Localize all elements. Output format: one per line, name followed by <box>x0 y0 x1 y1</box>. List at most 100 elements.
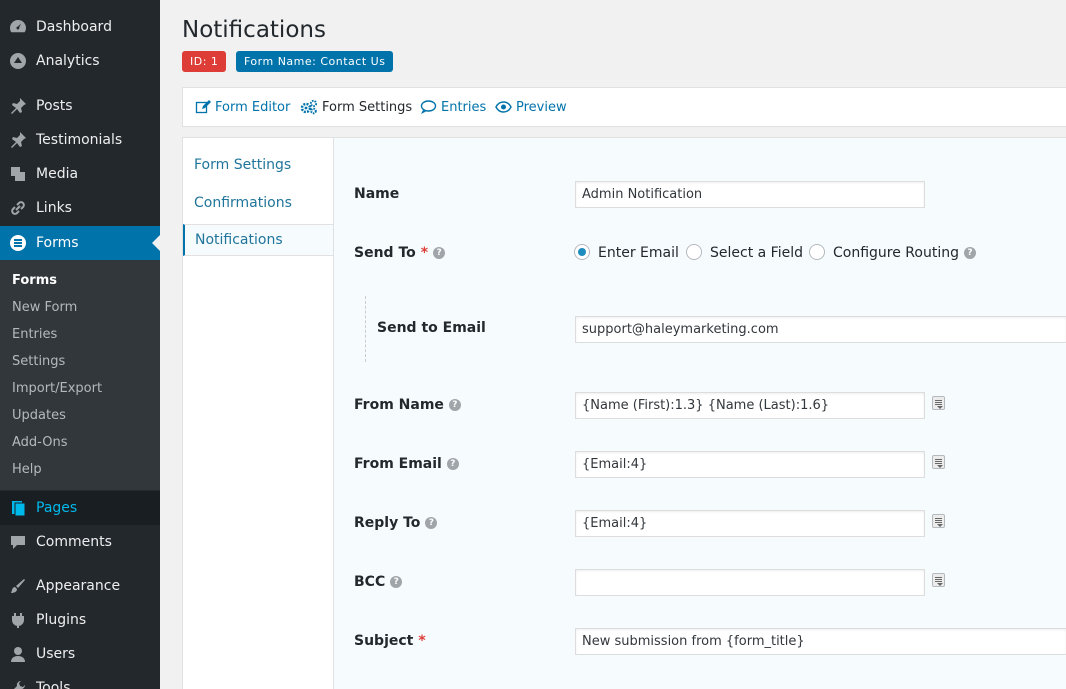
merge-tag-icon[interactable] <box>932 455 945 469</box>
comment-icon <box>8 532 28 552</box>
toolbar-label: Form Editor <box>215 99 291 115</box>
menu-tools[interactable]: Tools <box>0 671 160 689</box>
menu-plugins[interactable]: Plugins <box>0 603 160 637</box>
help-icon[interactable]: ? <box>390 576 403 588</box>
nav-tab-confirmations[interactable]: Confirmations <box>183 187 334 219</box>
edit-icon <box>195 100 211 114</box>
form-name-badge: Form Name: Contact Us <box>236 51 394 72</box>
name-label: Name <box>354 186 399 202</box>
radio-configure-routing[interactable] <box>809 244 825 260</box>
toolbar-form-editor[interactable]: Form Editor <box>195 88 290 126</box>
menu-media[interactable]: Media <box>0 157 160 191</box>
submenu-settings[interactable]: Settings <box>12 354 65 369</box>
from-name-input[interactable] <box>575 392 925 419</box>
radio-enter-email[interactable] <box>574 244 590 260</box>
label-text: From Email <box>354 456 442 472</box>
radio-enter-email-label[interactable]: Enter Email <box>598 245 679 261</box>
menu-label: Analytics <box>36 53 100 69</box>
menu-label: Users <box>36 646 76 662</box>
label-text: Send To <box>354 245 416 261</box>
toolbar-form-settings[interactable]: Form Settings <box>300 88 412 126</box>
eye-icon <box>495 101 512 113</box>
submenu-add-ons[interactable]: Add-Ons <box>12 435 67 450</box>
menu-label: Comments <box>36 534 112 550</box>
menu-pages[interactable]: Pages <box>0 491 160 525</box>
submenu-updates[interactable]: Updates <box>12 408 66 423</box>
menu-label: Posts <box>36 98 73 114</box>
submenu-forms[interactable]: Forms <box>12 273 57 288</box>
submenu-import-export[interactable]: Import/Export <box>12 381 102 396</box>
name-input[interactable] <box>575 181 925 208</box>
label-text: Send to Email <box>377 320 486 336</box>
menu-comments[interactable]: Comments <box>0 525 160 559</box>
menu-posts[interactable]: Posts <box>0 89 160 123</box>
menu-label: Testimonials <box>36 132 123 148</box>
plugin-icon <box>8 610 28 630</box>
reply-to-input[interactable] <box>575 510 925 537</box>
subject-label: Subject * <box>354 633 426 649</box>
brush-icon <box>8 576 28 596</box>
wrench-icon <box>8 678 28 689</box>
submenu-help[interactable]: Help <box>12 462 42 477</box>
label-text: BCC <box>354 574 386 590</box>
toolbar-label: Preview <box>516 99 567 115</box>
help-icon[interactable]: ? <box>448 399 461 411</box>
required-asterisk: * <box>420 245 429 261</box>
radio-configure-routing-wrap[interactable]: Configure Routing ? <box>833 245 976 261</box>
form-id-badge: ID: 1 <box>182 51 227 72</box>
current-menu-arrow <box>152 235 160 251</box>
label-text: Reply To <box>354 515 421 531</box>
help-icon[interactable]: ? <box>446 458 459 470</box>
bcc-label: BCC ? <box>354 574 403 590</box>
label-text: From Name <box>354 397 444 413</box>
menu-label: Dashboard <box>36 19 112 35</box>
nav-tab-notifications[interactable]: Notifications <box>183 224 335 256</box>
menu-users[interactable]: Users <box>0 637 160 671</box>
menu-testimonials[interactable]: Testimonials <box>0 123 160 157</box>
label-text: Subject <box>354 633 414 649</box>
submenu-new-form[interactable]: New Form <box>12 300 77 315</box>
menu-analytics[interactable]: Analytics <box>0 44 160 78</box>
forms-submenu: Forms New Form Entries Settings Import/E… <box>0 260 160 490</box>
pushpin-icon <box>8 96 28 116</box>
toolbar-entries[interactable]: Entries <box>420 88 486 126</box>
comment-bubble-icon <box>420 100 437 114</box>
routing-indent-line <box>365 296 366 362</box>
menu-appearance[interactable]: Appearance <box>0 569 160 603</box>
menu-label: Links <box>36 200 72 216</box>
menu-label: Forms <box>36 235 79 251</box>
radio-select-field-label[interactable]: Select a Field <box>710 245 803 261</box>
pages-icon <box>8 498 28 518</box>
dashboard-icon <box>8 17 28 37</box>
reply-to-label: Reply To ? <box>354 515 438 531</box>
submenu-entries[interactable]: Entries <box>12 327 57 342</box>
merge-tag-icon[interactable] <box>932 396 945 410</box>
bcc-input[interactable] <box>575 569 925 596</box>
pushpin-icon <box>8 130 28 150</box>
form-toolbar: Form Editor Form Settings Entries Previe… <box>182 87 1066 127</box>
link-icon <box>8 198 28 218</box>
menu-dashboard[interactable]: Dashboard <box>0 10 160 44</box>
help-icon[interactable]: ? <box>963 247 976 259</box>
merge-tag-icon[interactable] <box>932 573 945 587</box>
toolbar-preview[interactable]: Preview <box>495 88 567 126</box>
send-to-email-input[interactable] <box>575 316 1066 343</box>
nav-tab-form-settings[interactable]: Form Settings <box>183 149 334 181</box>
radio-select-field[interactable] <box>686 244 702 260</box>
menu-label: Tools <box>36 680 71 689</box>
required-asterisk: * <box>418 633 426 649</box>
help-icon[interactable]: ? <box>425 517 438 529</box>
user-icon <box>8 644 28 664</box>
subject-input[interactable] <box>575 628 1066 655</box>
menu-links[interactable]: Links <box>0 191 160 225</box>
from-email-input[interactable] <box>575 451 925 478</box>
menu-label: Plugins <box>36 612 87 628</box>
help-icon[interactable]: ? <box>433 247 446 259</box>
menu-label: Media <box>36 166 79 182</box>
analytics-icon <box>8 51 28 71</box>
send-to-label: Send To * ? <box>354 245 446 261</box>
from-name-label: From Name ? <box>354 397 461 413</box>
merge-tag-icon[interactable] <box>932 514 945 528</box>
menu-forms[interactable]: Forms <box>0 226 160 260</box>
radio-configure-routing-label: Configure Routing <box>833 245 959 261</box>
